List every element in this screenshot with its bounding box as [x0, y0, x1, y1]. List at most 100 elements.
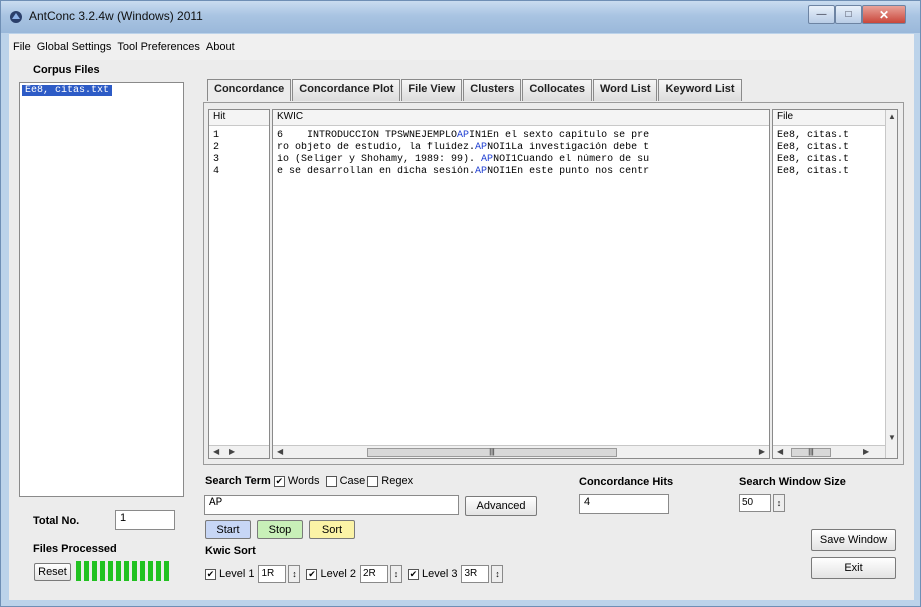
file-cell[interactable]: Ee8, citas.t [773, 130, 897, 142]
hit-pane[interactable]: Hit 1234 ◀ ▶ [208, 109, 270, 459]
concordance-hits-value: 4 [579, 494, 669, 514]
kwic-left-context: io (Seliger y Shohamy, 1989: 99). [277, 154, 482, 165]
total-files-value: 1 [115, 510, 175, 530]
file-pane[interactable]: File Ee8, citas.t Ee8, citas.t Ee8, citas.… [772, 109, 898, 459]
kwic-keyword[interactable]: AP [481, 154, 493, 165]
kwic-right-context: NOI1La investigación debe t [487, 142, 650, 153]
scroll-right-icon[interactable]: ▶ [229, 447, 235, 456]
tab-word-list[interactable]: Word List [592, 79, 658, 101]
level1-checkbox[interactable]: ✔ [205, 568, 216, 580]
file-cell[interactable]: Ee8, citas.t [773, 154, 897, 166]
case-checkbox[interactable] [325, 475, 337, 487]
maximize-button[interactable]: □ [835, 5, 862, 24]
search-term-input[interactable]: AP [204, 495, 459, 515]
kwic-row[interactable]: ro objeto de estudio, la fluidez.APNOI1L… [273, 142, 769, 154]
concordance-panel: Hit 1234 ◀ ▶ KWIC 6 INTRODUCCIÓN TPSWNEJ… [203, 102, 904, 465]
scroll-left-icon[interactable]: ◀ [213, 447, 219, 456]
tab-keyword-list[interactable]: Keyword List [658, 79, 742, 101]
exit-button[interactable]: Exit [811, 557, 896, 579]
title-bar[interactable]: AntConc 3.2.4w (Windows) 2011 — □ ✕ [1, 1, 920, 33]
level2-label: Level 2 [320, 568, 356, 580]
minimize-button[interactable]: — [808, 5, 835, 24]
kwic-list: 6 INTRODUCCIÓN TPSWNEJEMPLOAPIN1En el se… [273, 126, 769, 178]
close-icon: ✕ [878, 7, 890, 22]
kwic-hscrollbar[interactable]: ◀ ||| ▶ [273, 445, 769, 458]
words-checkbox[interactable]: ✔ [273, 475, 285, 487]
level3-input[interactable]: 3R [461, 565, 490, 583]
file-hscrollbar[interactable]: ◀ ||| ▶ [773, 445, 885, 458]
corpus-file-item[interactable]: Ee8, citas.txt [22, 85, 113, 96]
tab-file-view[interactable]: File View [401, 79, 463, 101]
reset-button[interactable]: Reset [34, 563, 71, 581]
scroll-left-icon[interactable]: ◀ [277, 447, 283, 456]
antconc-app-icon [10, 11, 22, 23]
concordance-hits-label: Concordance Hits [579, 476, 674, 488]
scroll-right-icon[interactable]: ▶ [759, 447, 765, 456]
scroll-up-icon[interactable]: ▲ [888, 112, 896, 121]
hit-cell[interactable]: 4 [209, 166, 269, 178]
menu-tool-preferences[interactable]: Tool Preferences [117, 41, 200, 53]
advanced-button[interactable]: Advanced [465, 496, 537, 516]
menu-about[interactable]: About [206, 41, 235, 53]
tab-clusters[interactable]: Clusters [463, 79, 522, 101]
tab-concordance-plot[interactable]: Concordance Plot [292, 79, 401, 101]
words-label: Words [287, 475, 320, 487]
file-scroll-thumb[interactable]: ||| [791, 448, 831, 457]
tab-collocates[interactable]: Collocates [522, 79, 592, 101]
kwic-keyword[interactable]: AP [475, 166, 487, 177]
level1-input[interactable]: 1R [258, 565, 287, 583]
file-column-header: File [773, 110, 897, 126]
scroll-left-icon[interactable]: ◀ [777, 447, 783, 456]
maximize-icon: □ [845, 9, 852, 20]
regex-label: Regex [381, 475, 414, 487]
file-cell[interactable]: Ee8, citas.t [773, 142, 897, 154]
menu-bar: File Global Settings Tool Preferences Ab… [9, 34, 914, 60]
search-window-size-control: 50 ↕ [737, 494, 791, 512]
hit-column-header: Hit [209, 110, 269, 126]
file-cell[interactable]: Ee8, citas.t [773, 166, 897, 178]
scroll-right-icon[interactable]: ▶ [863, 447, 869, 456]
save-window-button[interactable]: Save Window [811, 529, 896, 551]
spinner-icon[interactable]: ↕ [389, 565, 402, 583]
start-button[interactable]: Start [205, 520, 251, 539]
search-window-size-label: Search Window Size [739, 476, 846, 488]
hit-cell[interactable]: 2 [209, 142, 269, 154]
level3-checkbox[interactable]: ✔ [407, 568, 419, 580]
spinner-icon[interactable]: ↕ [491, 565, 504, 583]
total-files-label: Total No. [33, 515, 80, 527]
hit-hscrollbar[interactable]: ◀ ▶ [209, 445, 269, 458]
kwic-keyword[interactable]: AP [457, 130, 469, 141]
kwic-row[interactable]: 6 INTRODUCCIÓN TPSWNEJEMPLOAPIN1En el se… [273, 130, 769, 142]
hit-cell[interactable]: 1 [209, 130, 269, 142]
menu-global-settings[interactable]: Global Settings [37, 41, 112, 53]
kwic-keyword[interactable]: AP [475, 142, 487, 153]
kwic-row[interactable]: e se desarrollan en dicha sesión.APNOI1E… [273, 166, 769, 178]
app-window: AntConc 3.2.4w (Windows) 2011 — □ ✕ File… [0, 0, 921, 607]
spinner-icon[interactable]: ↕ [288, 565, 301, 583]
corpus-file-list[interactable]: Ee8, citas.txt [19, 82, 184, 497]
hit-list: 1234 [209, 126, 269, 178]
close-button[interactable]: ✕ [862, 5, 906, 24]
client-area: Corpus Files Ee8, citas.txt Total No. 1 … [9, 60, 914, 600]
menu-file[interactable]: File [13, 41, 31, 53]
search-window-size-input[interactable]: 50 [739, 494, 771, 512]
level2-checkbox[interactable]: ✔ [306, 568, 318, 580]
window-title: AntConc 3.2.4w (Windows) 2011 [29, 9, 203, 23]
hit-cell[interactable]: 3 [209, 154, 269, 166]
kwic-pane[interactable]: KWIC 6 INTRODUCCIÓN TPSWNEJEMPLOAPIN1En … [272, 109, 770, 459]
window-controls: — □ ✕ [808, 5, 906, 24]
kwic-left-context: e se desarrollan en dicha sesión. [277, 166, 476, 177]
sort-button[interactable]: Sort [309, 520, 355, 539]
kwic-right-context: IN1En el sexto capítulo se pre [469, 130, 650, 141]
kwic-scroll-thumb[interactable]: ||| [367, 448, 617, 457]
regex-checkbox[interactable] [367, 475, 379, 487]
tab-concordance[interactable]: Concordance [207, 79, 292, 101]
kwic-right-context: NOI1En este punto nos centr [487, 166, 650, 177]
stop-button[interactable]: Stop [257, 520, 303, 539]
scroll-down-icon[interactable]: ▼ [888, 433, 896, 442]
tool-tabs: Concordance Concordance Plot File View C… [207, 79, 743, 101]
kwic-row[interactable]: io (Seliger y Shohamy, 1989: 99). APNOI1… [273, 154, 769, 166]
level2-input[interactable]: 2R [359, 565, 388, 583]
results-vscrollbar[interactable]: ▲ ▼ [885, 110, 897, 458]
spinner-icon[interactable]: ↕ [773, 494, 785, 512]
